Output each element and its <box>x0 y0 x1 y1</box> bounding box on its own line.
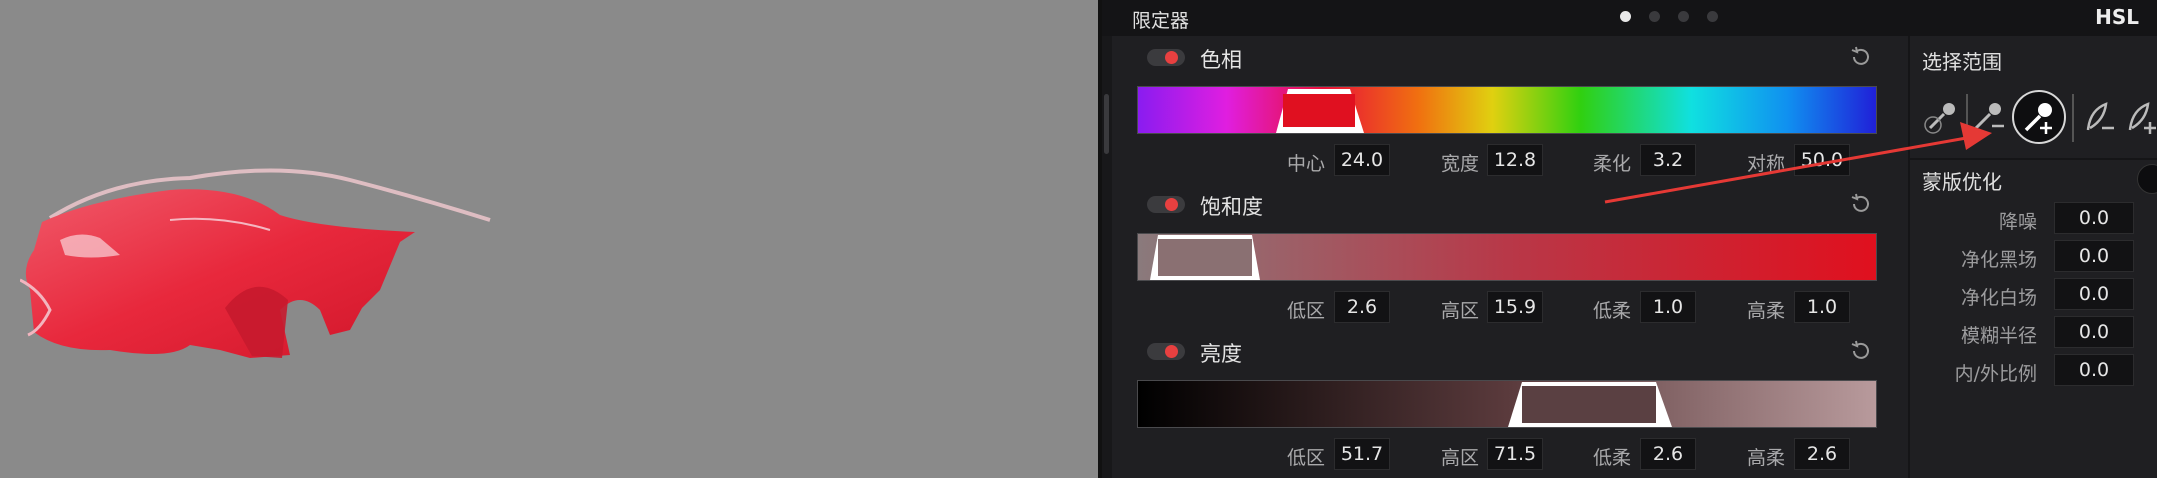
reset-icon[interactable] <box>1850 339 1872 361</box>
sat-high-label: 高区 <box>1441 300 1480 322</box>
blur-radius-input[interactable]: 0.0 <box>2054 316 2134 348</box>
lum-high-soft-input[interactable]: 2.6 <box>1794 438 1850 470</box>
hue-header: 色相 <box>1137 42 1877 72</box>
lum-high-label: 高区 <box>1441 447 1480 469</box>
page-dots <box>1620 11 1718 22</box>
sat-low-label: 低区 <box>1287 300 1326 322</box>
panel-header: 限定器 HSL <box>1102 0 2157 36</box>
lum-low-input[interactable]: 51.7 <box>1334 438 1390 470</box>
luminance-range-bar[interactable] <box>1137 380 1877 428</box>
page-dot-3[interactable] <box>1678 11 1689 22</box>
tool-separator <box>1966 94 1968 142</box>
luminance-toggle[interactable] <box>1147 343 1185 360</box>
hue-symmetry-label: 对称 <box>1747 153 1786 175</box>
hue-title: 色相 <box>1200 48 1242 72</box>
denoise-row: 降噪 0.0 <box>1910 202 2157 234</box>
picker-icon[interactable] <box>1922 96 1962 136</box>
toggle-knob <box>1165 345 1178 358</box>
sat-high-soft-input[interactable]: 1.0 <box>1794 291 1850 323</box>
luminance-header: 亮度 <box>1137 336 1877 366</box>
clean-white-label: 净化白场 <box>1960 287 2037 309</box>
hue-selection-fill <box>1283 94 1355 127</box>
reset-icon[interactable] <box>1850 192 1872 214</box>
viewer <box>0 0 1098 478</box>
mode-label[interactable]: HSL <box>2095 5 2139 29</box>
page-dot-2[interactable] <box>1649 11 1660 22</box>
selection-column: 选择范围 蒙版优化 降噪 0.0 净化黑场 0.0 净化白场 0.0 模糊半径 … <box>1910 36 2157 478</box>
matte-knob[interactable] <box>2137 164 2157 194</box>
qualifier-panel: 限定器 HSL 色相 中心 24.0 宽度 12.8 柔化 3.2 对称 50.… <box>1102 0 2157 478</box>
lum-high-soft-label: 高柔 <box>1747 447 1786 469</box>
picker-minus-icon[interactable] <box>1970 96 2010 136</box>
hue-symmetry-input[interactable]: 50.0 <box>1794 144 1850 176</box>
car-matte-image <box>20 168 491 358</box>
clean-black-input[interactable]: 0.0 <box>2054 240 2134 272</box>
clean-black-row: 净化黑场 0.0 <box>1910 240 2157 272</box>
sat-low-soft-input[interactable]: 1.0 <box>1640 291 1696 323</box>
hue-toggle[interactable] <box>1147 49 1185 66</box>
feather-plus-icon[interactable] <box>2122 96 2157 136</box>
hue-params: 中心 24.0 宽度 12.8 柔化 3.2 对称 50.0 <box>1137 144 1877 178</box>
denoise-input[interactable]: 0.0 <box>2054 202 2134 234</box>
saturation-title: 饱和度 <box>1200 195 1263 219</box>
blur-radius-label: 模糊半径 <box>1960 325 2037 347</box>
hue-width-label: 宽度 <box>1441 153 1480 175</box>
hue-range-bar[interactable] <box>1137 86 1877 134</box>
feather-minus-icon[interactable] <box>2080 96 2120 136</box>
scrollbar-thumb[interactable] <box>1104 94 1109 154</box>
luminance-selection-fill <box>1522 386 1656 423</box>
tool-separator <box>2072 94 2074 142</box>
clean-black-label: 净化黑场 <box>1960 249 2037 271</box>
blur-radius-row: 模糊半径 0.0 <box>1910 316 2157 348</box>
picker-plus-icon[interactable] <box>2012 90 2066 144</box>
in-out-ratio-label: 内/外比例 <box>1954 363 2037 385</box>
luminance-params: 低区 51.7 高区 71.5 低柔 2.6 高柔 2.6 <box>1137 438 1877 472</box>
hue-soft-label: 柔化 <box>1593 153 1632 175</box>
saturation-range-bar[interactable] <box>1137 233 1877 281</box>
reset-icon[interactable] <box>1850 45 1872 67</box>
hue-soft-input[interactable]: 3.2 <box>1640 144 1696 176</box>
lum-low-soft-input[interactable]: 2.6 <box>1640 438 1696 470</box>
sat-high-soft-label: 高柔 <box>1747 300 1786 322</box>
selection-range-title: 选择范围 <box>1922 50 2002 74</box>
lum-low-label: 低区 <box>1287 447 1326 469</box>
hue-center-input[interactable]: 24.0 <box>1334 144 1390 176</box>
selection-tools <box>1922 88 2156 148</box>
saturation-params: 低区 2.6 高区 15.9 低柔 1.0 高柔 1.0 <box>1137 291 1877 325</box>
section-divider <box>1910 158 2157 160</box>
hue-width-input[interactable]: 12.8 <box>1487 144 1543 176</box>
in-out-ratio-input[interactable]: 0.0 <box>2054 354 2134 386</box>
panel-scrollbar[interactable] <box>1102 36 1112 478</box>
clean-white-input[interactable]: 0.0 <box>2054 278 2134 310</box>
in-out-ratio-row: 内/外比例 0.0 <box>1910 354 2157 386</box>
saturation-toggle[interactable] <box>1147 196 1185 213</box>
lum-low-soft-label: 低柔 <box>1593 447 1632 469</box>
matte-finesse-title: 蒙版优化 <box>1922 170 2002 194</box>
panel-title: 限定器 <box>1132 10 1190 32</box>
page-dot-1[interactable] <box>1620 11 1631 22</box>
sat-low-input[interactable]: 2.6 <box>1334 291 1390 323</box>
sat-low-soft-label: 低柔 <box>1593 300 1632 322</box>
clean-white-row: 净化白场 0.0 <box>1910 278 2157 310</box>
saturation-selection-fill <box>1158 239 1252 276</box>
lum-high-input[interactable]: 71.5 <box>1487 438 1543 470</box>
denoise-label: 降噪 <box>1998 211 2037 233</box>
page-dot-4[interactable] <box>1707 11 1718 22</box>
toggle-knob <box>1165 198 1178 211</box>
saturation-header: 饱和度 <box>1137 189 1877 219</box>
hue-center-label: 中心 <box>1287 153 1326 175</box>
toggle-knob <box>1165 51 1178 64</box>
sat-high-input[interactable]: 15.9 <box>1487 291 1543 323</box>
luminance-title: 亮度 <box>1200 342 1242 366</box>
